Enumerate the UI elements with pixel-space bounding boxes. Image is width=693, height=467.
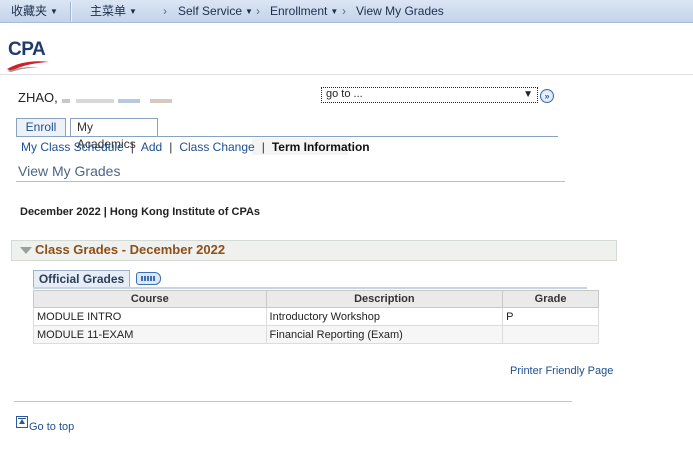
favorites-menu[interactable]: 收藏夹 ▼ xyxy=(11,0,58,23)
goto-dropdown-value: go to ... xyxy=(326,88,363,100)
cell-course: MODULE 11-EXAM xyxy=(33,325,267,344)
cell-grade xyxy=(502,325,599,344)
link-class-change[interactable]: Class Change xyxy=(179,140,254,154)
section-title: Class Grades - December 2022 xyxy=(35,242,226,257)
redaction-mark xyxy=(118,99,140,103)
table-row: MODULE 11-EXAM Financial Reporting (Exam… xyxy=(33,325,599,344)
tab-official-grades[interactable]: Official Grades xyxy=(33,270,130,288)
caret-down-icon: ▼ xyxy=(245,7,253,16)
title-divider xyxy=(16,181,565,182)
submenu: My Class Schedule | Add | Class Change | Term … xyxy=(21,140,370,154)
redaction-mark xyxy=(150,99,172,103)
column-header-grade[interactable]: Grade xyxy=(502,290,599,308)
submenu-divider: | xyxy=(169,140,173,154)
main-menu-label: 主菜单 xyxy=(90,4,127,18)
link-my-class-schedule[interactable]: My Class Schedule xyxy=(21,140,124,154)
student-name: ZHAO, xyxy=(18,90,58,105)
caret-down-icon: ▼ xyxy=(50,7,58,16)
tab-label: Enroll xyxy=(25,120,57,134)
grid-tab-underline xyxy=(33,287,587,289)
bottom-divider xyxy=(14,401,572,402)
breadcrumb-enrollment[interactable]: Enrollment ▼ xyxy=(270,0,338,23)
redaction-mark xyxy=(62,99,70,103)
header-banner: CPA xyxy=(0,23,693,75)
breadcrumb-chevron-icon: › xyxy=(342,4,346,18)
goto-dropdown[interactable]: go to ... ▼ xyxy=(321,87,538,103)
go-to-top-link[interactable]: Go to top xyxy=(16,416,75,433)
favorites-label: 收藏夹 xyxy=(11,4,48,18)
tab-enroll[interactable]: Enroll xyxy=(16,118,66,137)
submenu-divider: | xyxy=(261,140,265,154)
cell-grade: P xyxy=(502,307,599,326)
main-menu[interactable]: 主菜单 ▼ xyxy=(90,0,137,23)
caret-down-icon: ▼ xyxy=(330,7,339,16)
logo-swoosh-icon xyxy=(7,61,49,72)
breadcrumb-chevron-icon: › xyxy=(163,4,167,18)
page-title: View My Grades xyxy=(18,163,121,179)
class-grades-section-header[interactable]: Class Grades - December 2022 xyxy=(11,240,617,261)
table-row: MODULE INTRO Introductory Workshop P xyxy=(33,307,599,326)
collapse-triangle-icon[interactable] xyxy=(20,247,32,254)
redaction-mark xyxy=(76,99,114,103)
submenu-current-term-information: Term Information xyxy=(271,140,370,154)
link-add[interactable]: Add xyxy=(141,140,162,154)
submenu-divider: | xyxy=(130,140,134,154)
breadcrumb-self-service[interactable]: Self Service ▼ xyxy=(178,0,253,23)
breadcrumb-label: Self Service xyxy=(178,4,243,18)
nav-divider xyxy=(70,2,71,21)
cell-course: MODULE INTRO xyxy=(33,307,267,326)
breadcrumb-view-my-grades[interactable]: View My Grades xyxy=(356,0,444,23)
column-header-course[interactable]: Course xyxy=(33,290,267,308)
tab-my-academics[interactable]: My Academics xyxy=(70,118,158,151)
double-chevron-right-icon[interactable]: » xyxy=(540,89,554,103)
caret-down-icon: ▼ xyxy=(129,7,137,16)
go-to-top-label: Go to top xyxy=(29,421,75,433)
printer-friendly-link[interactable]: Printer Friendly Page xyxy=(510,365,613,377)
tab-underline xyxy=(16,136,558,137)
cell-description: Introductory Workshop xyxy=(265,307,504,326)
chevron-down-icon: ▼ xyxy=(523,89,533,100)
top-nav-bar: 收藏夹 ▼ 主菜单 ▼ › Self Service ▼ › Enrollment ▼ … xyxy=(0,0,693,23)
cpa-logo: CPA xyxy=(8,39,46,60)
breadcrumb-label: View My Grades xyxy=(356,4,444,18)
table-header-row: Course Description Grade xyxy=(33,290,599,308)
grades-table: Course Description Grade MODULE INTRO In… xyxy=(33,290,599,344)
go-to-top-icon xyxy=(16,416,28,428)
show-all-columns-icon[interactable] xyxy=(136,272,161,285)
breadcrumb-label: Enrollment xyxy=(270,4,328,18)
breadcrumb-chevron-icon: › xyxy=(256,4,260,18)
cell-description: Financial Reporting (Exam) xyxy=(265,325,504,344)
term-label: December 2022 | Hong Kong Institute of C… xyxy=(20,206,261,218)
column-header-description[interactable]: Description xyxy=(265,290,504,308)
